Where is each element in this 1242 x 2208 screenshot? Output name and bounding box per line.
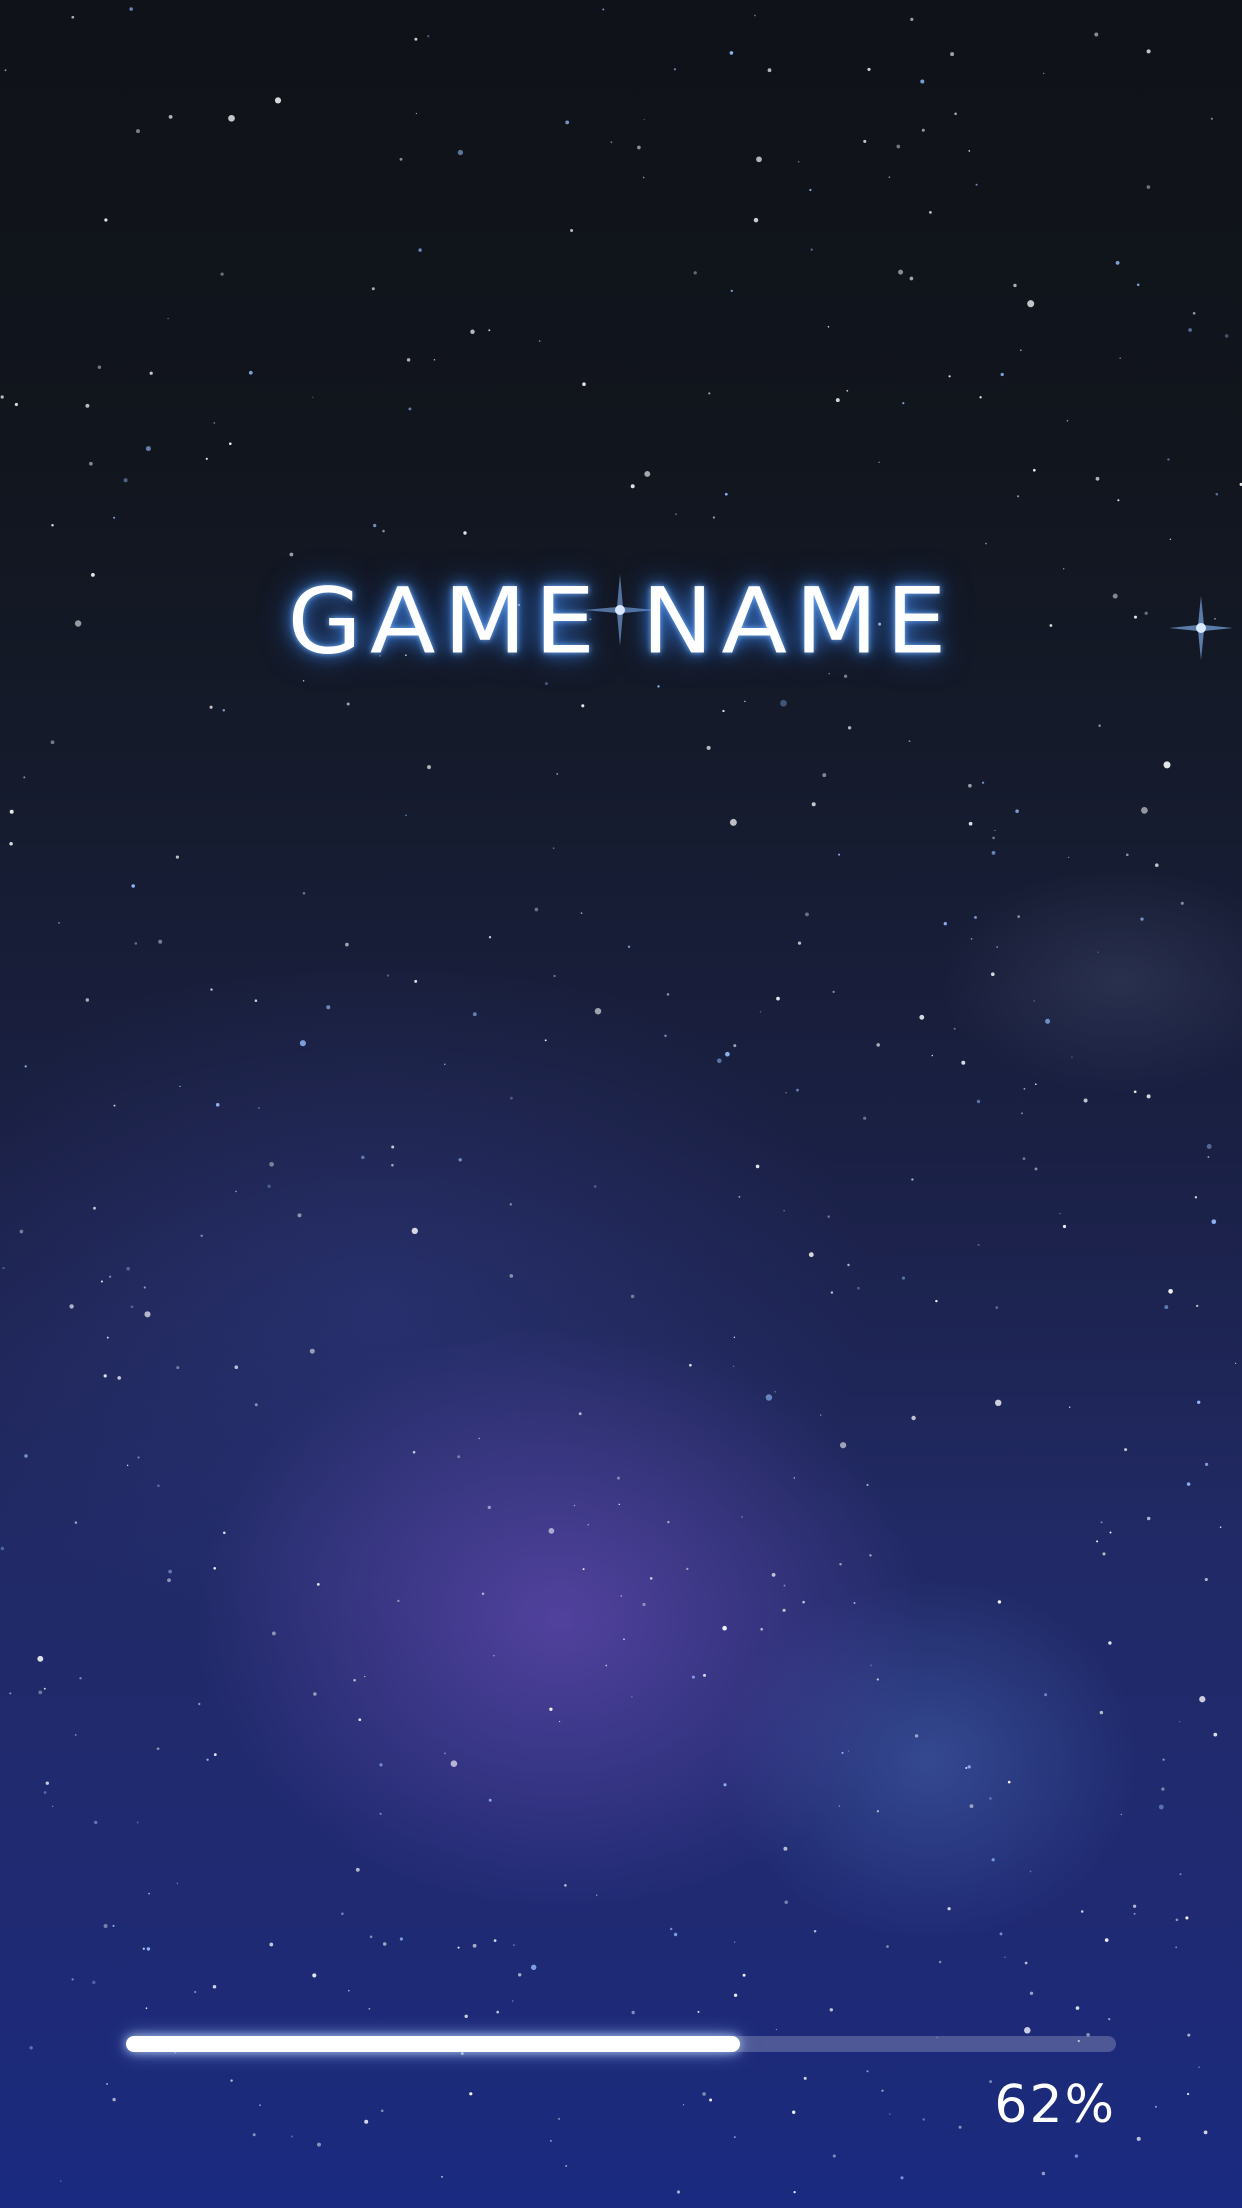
game-title: GAME NAME [287, 567, 955, 675]
loading-screen: GAME NAME 62% [0, 0, 1242, 2208]
loading-progress-bar [126, 2036, 1116, 2052]
loading-progress-fill [126, 2036, 740, 2052]
loading-progress-label: 62% [994, 2075, 1116, 2135]
starfield-background [0, 7, 1242, 2194]
